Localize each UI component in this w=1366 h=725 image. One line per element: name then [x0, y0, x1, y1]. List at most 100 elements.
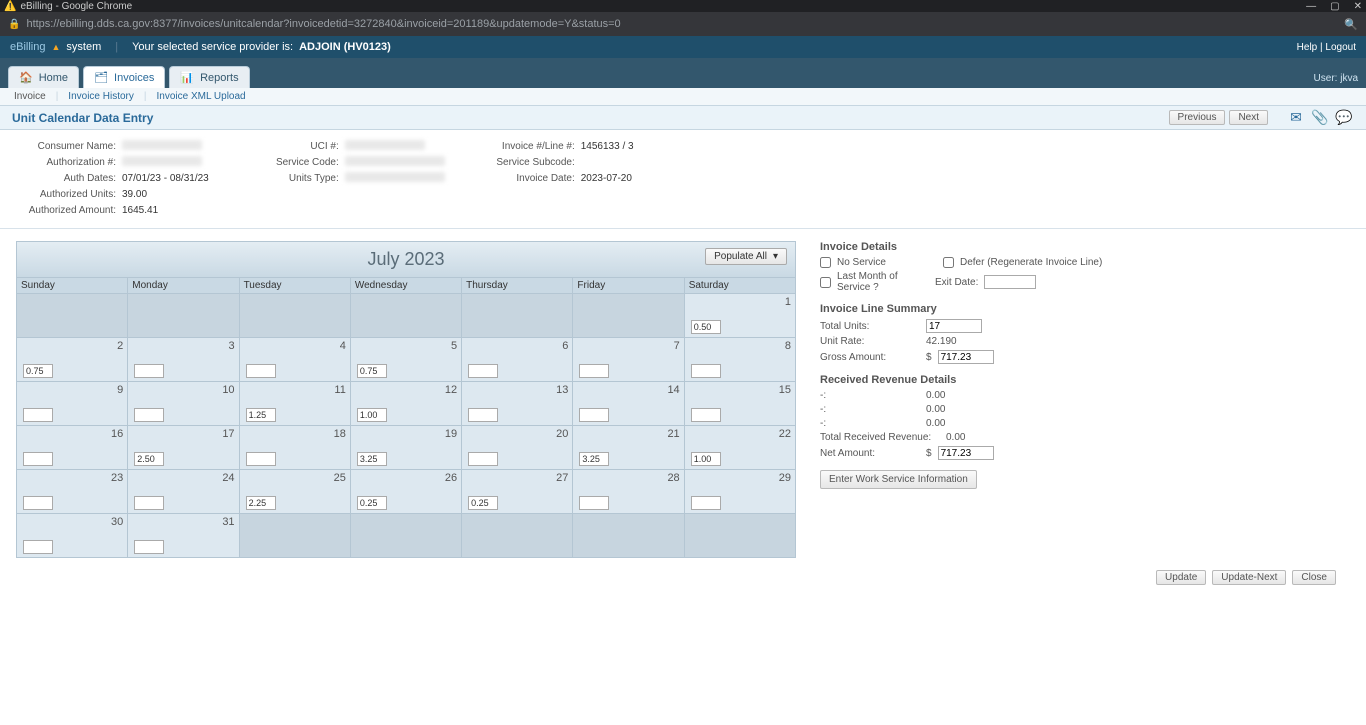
units-input[interactable] — [579, 452, 609, 466]
auth-num-redacted — [122, 156, 202, 166]
defer-checkbox[interactable] — [943, 257, 954, 268]
calendar-cell: 20 — [462, 426, 573, 470]
calendar-cell — [239, 514, 350, 558]
calendar-cell — [350, 294, 461, 338]
day-number: 30 — [111, 516, 123, 528]
units-input[interactable] — [23, 540, 53, 554]
close-window-icon[interactable]: ✕ — [1354, 1, 1362, 12]
calendar-cell: 30 — [17, 514, 128, 558]
consumer-info: Consumer Name: Authorization #: Auth Dat… — [0, 130, 1366, 229]
units-input[interactable] — [134, 540, 164, 554]
auth-amount: 1645.41 — [122, 204, 158, 218]
update-button[interactable]: Update — [1156, 570, 1206, 585]
subtab-history[interactable]: Invoice History — [68, 91, 134, 102]
units-input[interactable] — [468, 364, 498, 378]
day-number: 18 — [334, 428, 346, 440]
units-input[interactable] — [579, 408, 609, 422]
units-input[interactable] — [691, 452, 721, 466]
calendar-cell — [684, 514, 795, 558]
units-input[interactable] — [691, 496, 721, 510]
units-input[interactable] — [468, 408, 498, 422]
calendar-cell: 19 — [350, 426, 461, 470]
help-link[interactable]: Help — [1297, 42, 1318, 53]
day-number: 1 — [785, 296, 791, 308]
units-input[interactable] — [579, 496, 609, 510]
units-input[interactable] — [23, 496, 53, 510]
search-icon[interactable]: 🔍 — [1344, 18, 1358, 31]
provider-label: Your selected service provider is: — [132, 41, 293, 53]
units-input[interactable] — [468, 452, 498, 466]
units-input[interactable] — [134, 496, 164, 510]
units-input[interactable] — [246, 452, 276, 466]
update-next-button[interactable]: Update-Next — [1212, 570, 1286, 585]
units-input[interactable] — [691, 320, 721, 334]
day-number: 22 — [779, 428, 791, 440]
populate-all-select[interactable]: Populate All ▾ — [705, 248, 787, 265]
units-input[interactable] — [23, 452, 53, 466]
day-number: 9 — [117, 384, 123, 396]
calendar-cell — [462, 294, 573, 338]
calendar-cell — [462, 514, 573, 558]
units-input[interactable] — [134, 452, 164, 466]
maximize-icon[interactable]: ▢ — [1330, 1, 1339, 12]
next-button[interactable]: Next — [1229, 110, 1268, 125]
last-month-checkbox[interactable] — [820, 277, 831, 288]
units-input[interactable] — [357, 408, 387, 422]
calendar-cell: 10 — [128, 382, 239, 426]
minimize-icon[interactable]: — — [1306, 1, 1316, 12]
day-number: 10 — [222, 384, 234, 396]
calendar-month: July 2023 — [367, 249, 444, 270]
units-input[interactable] — [579, 364, 609, 378]
units-input[interactable] — [23, 408, 53, 422]
tab-home[interactable]: 🏠 Home — [8, 66, 79, 88]
calendar-cell — [350, 514, 461, 558]
units-input[interactable] — [357, 452, 387, 466]
units-input[interactable] — [134, 408, 164, 422]
no-service-checkbox[interactable] — [820, 257, 831, 268]
total-units-input[interactable] — [926, 319, 982, 333]
calendar-cell: 9 — [17, 382, 128, 426]
gross-amount-input[interactable] — [938, 350, 994, 364]
tab-reports[interactable]: 📊 Reports — [169, 66, 249, 88]
logout-link[interactable]: Logout — [1325, 42, 1356, 53]
calendar-cell: 3 — [128, 338, 239, 382]
previous-button[interactable]: Previous — [1169, 110, 1226, 125]
units-input[interactable] — [23, 364, 53, 378]
day-number: 5 — [451, 340, 457, 352]
units-input[interactable] — [246, 408, 276, 422]
units-input[interactable] — [246, 496, 276, 510]
home-icon: 🏠 — [19, 71, 33, 84]
folder-icon: 🗂 — [94, 71, 108, 84]
units-input[interactable] — [357, 364, 387, 378]
mail-icon[interactable]: ✉ — [1286, 110, 1306, 126]
exit-date-input[interactable] — [984, 275, 1036, 289]
calendar-cell: 24 — [128, 470, 239, 514]
calendar-cell: 17 — [128, 426, 239, 470]
subtab-invoice[interactable]: Invoice — [14, 91, 46, 102]
net-amount-input[interactable] — [938, 446, 994, 460]
subtab-xml[interactable]: Invoice XML Upload — [156, 91, 245, 102]
day-number: 14 — [667, 384, 679, 396]
day-number: 27 — [556, 472, 568, 484]
calendar-cell: 26 — [350, 470, 461, 514]
calendar-cell — [573, 294, 684, 338]
calendar-cell — [128, 294, 239, 338]
close-button[interactable]: Close — [1292, 570, 1336, 585]
enter-work-service-button[interactable]: Enter Work Service Information — [820, 470, 977, 489]
comment-icon[interactable]: 💬 — [1334, 110, 1354, 126]
tab-invoices[interactable]: 🗂 Invoices — [83, 66, 165, 88]
units-input[interactable] — [134, 364, 164, 378]
attachment-icon[interactable]: 📎 — [1310, 110, 1330, 126]
units-input[interactable] — [357, 496, 387, 510]
calendar-cell: 7 — [573, 338, 684, 382]
url-text[interactable]: https://ebilling.dds.ca.gov:8377/invoice… — [26, 18, 1338, 30]
units-input[interactable] — [468, 496, 498, 510]
calendar-day-header: Tuesday — [239, 278, 350, 294]
units-input[interactable] — [691, 408, 721, 422]
day-number: 17 — [222, 428, 234, 440]
units-input[interactable] — [246, 364, 276, 378]
invoice-details-panel: Invoice Details No Service Defer (Regene… — [820, 241, 1350, 489]
units-input[interactable] — [691, 364, 721, 378]
units-type-redacted — [345, 172, 445, 182]
calendar-cell: 16 — [17, 426, 128, 470]
